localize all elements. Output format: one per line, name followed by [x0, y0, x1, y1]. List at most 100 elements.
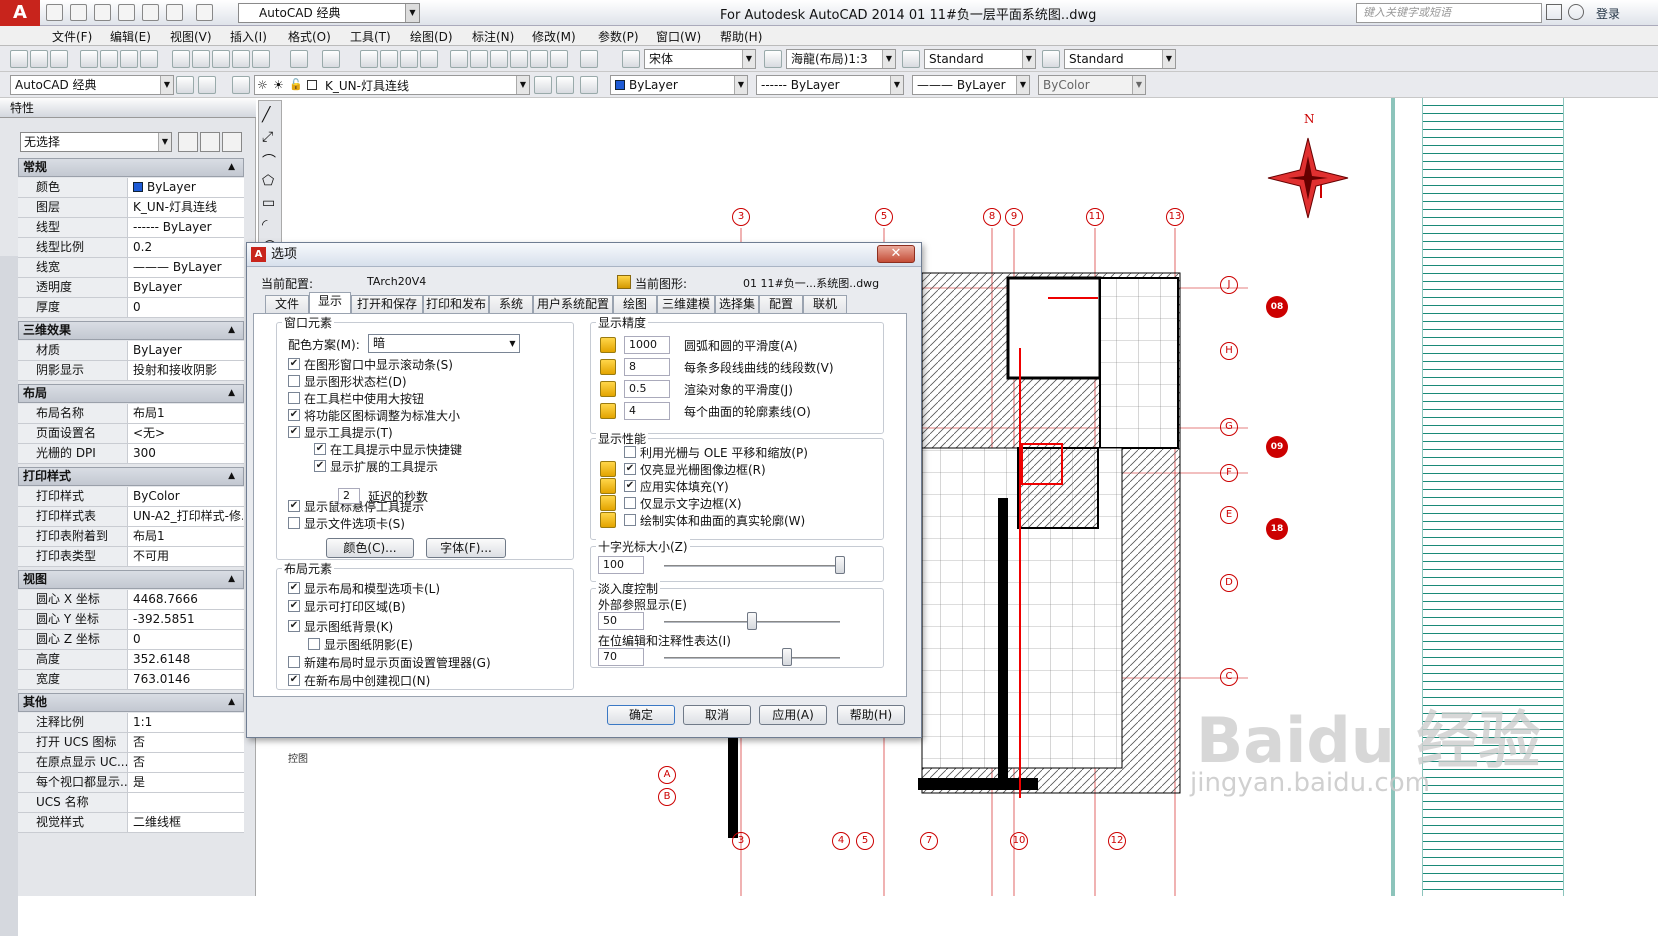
layout-option-checkbox[interactable]: ✔ [288, 674, 300, 686]
window-option-checkbox[interactable]: ✔ [288, 426, 300, 438]
color-scheme-dropdown[interactable]: 暗 ▼ [368, 334, 520, 353]
qnew-icon[interactable] [10, 50, 28, 68]
property-value[interactable]: 1:1 [131, 713, 243, 732]
crosshair-slider-track[interactable] [664, 565, 840, 567]
tab-plot-publish[interactable]: 打印和发布 [423, 295, 489, 313]
autocad-logo-icon[interactable]: A [0, 0, 40, 26]
property-row[interactable]: 注释比例 1:1 [18, 713, 244, 733]
property-value[interactable]: 布局1 [131, 527, 243, 546]
menu-parameter[interactable]: 参数(P) [598, 28, 639, 45]
resolution-input[interactable]: 1000 [624, 336, 670, 354]
cut-icon[interactable] [172, 50, 190, 68]
menu-insert[interactable]: 插入(I) [230, 28, 267, 45]
window-option-checkbox[interactable]: ✔ [288, 358, 300, 370]
layout-option-checkbox[interactable] [308, 638, 320, 650]
tooltip-delay-input[interactable]: 2 [338, 488, 360, 504]
preview-icon[interactable] [100, 50, 118, 68]
xline-tool-icon[interactable]: ⤢ [262, 129, 273, 145]
window-option-checkbox[interactable]: ✔ [288, 409, 300, 421]
performance-option-checkbox[interactable] [624, 497, 636, 509]
tab-files[interactable]: 文件 [265, 295, 309, 313]
dim-style-icon[interactable] [764, 50, 782, 68]
property-value[interactable]: ByLayer [131, 278, 243, 297]
section-header[interactable]: 视图 ▲ [18, 570, 244, 589]
dim-scale-dropdown[interactable]: 海龍(布局)1:3 ▼ [786, 49, 896, 69]
help-button[interactable]: 帮助(H) [837, 705, 905, 725]
layer-dropdown[interactable]: ☼ ☀ 🔓 K_UN-灯具连线 ▼ [254, 75, 530, 95]
inplace-fade-slider-thumb[interactable] [782, 648, 793, 666]
menu-draw[interactable]: 绘图(D) [410, 28, 453, 45]
property-row[interactable]: 页面设置名 <无> [18, 424, 244, 444]
menu-modify[interactable]: 修改(M) [532, 28, 576, 45]
property-value[interactable]: 4468.7666 [131, 590, 243, 609]
font-dropdown[interactable]: 宋体 ▼ [644, 49, 756, 69]
binoculars-icon[interactable] [1546, 4, 1562, 20]
property-value[interactable]: ------ ByLayer [131, 218, 243, 237]
crosshair-size-input[interactable]: 100 [598, 556, 644, 574]
window-option-checkbox[interactable]: ✔ [314, 443, 326, 455]
text-style-icon[interactable] [622, 50, 640, 68]
polygon-tool-icon[interactable]: ⬠ [262, 173, 274, 189]
plotstyle-dropdown[interactable]: ByColor ▼ [1038, 75, 1146, 95]
resolution-input[interactable]: 4 [624, 402, 670, 420]
property-row[interactable]: 材质 ByLayer [18, 341, 244, 361]
property-value[interactable]: ——— ByLayer [131, 258, 243, 277]
property-value[interactable]: 二维线框 [131, 813, 243, 832]
make-current-icon[interactable] [534, 76, 552, 94]
matchprop-icon[interactable] [232, 50, 250, 68]
property-row[interactable]: UCS 名称 [18, 793, 244, 813]
performance-option-checkbox[interactable] [624, 514, 636, 526]
property-row[interactable]: 打印表类型 不可用 [18, 547, 244, 567]
property-row[interactable]: 圆心 X 坐标 4468.7666 [18, 590, 244, 610]
properties-icon[interactable] [450, 50, 468, 68]
property-value[interactable]: 否 [131, 733, 243, 752]
zoom-window-icon[interactable] [400, 50, 418, 68]
zoom-realtime-icon[interactable] [380, 50, 398, 68]
open-icon[interactable] [70, 4, 87, 21]
colors-button[interactable]: 颜色(C)... [326, 538, 414, 558]
property-value[interactable]: -392.5851 [131, 610, 243, 629]
property-row[interactable]: 视觉样式 二维线框 [18, 813, 244, 833]
layout-option-checkbox[interactable]: ✔ [288, 600, 300, 612]
property-value[interactable]: ByLayer [131, 341, 243, 360]
apply-button[interactable]: 应用(A) [759, 705, 827, 725]
menu-tools[interactable]: 工具(T) [350, 28, 391, 45]
arc-tool-icon[interactable]: ◜ [262, 217, 267, 233]
saveas-icon[interactable] [118, 4, 135, 21]
property-value[interactable]: 300 [131, 444, 243, 463]
open-file-icon[interactable] [30, 50, 48, 68]
xref-fade-input[interactable]: 50 [598, 612, 644, 630]
window-option-checkbox[interactable] [288, 375, 300, 387]
select-objects-icon[interactable] [200, 132, 220, 152]
property-row[interactable]: 线型比例 0.2 [18, 238, 244, 258]
user-icon[interactable] [1568, 4, 1584, 20]
performance-option-checkbox[interactable]: ✔ [624, 463, 636, 475]
quick-select-icon[interactable] [222, 132, 242, 152]
color-dropdown[interactable]: ByLayer ▼ [610, 75, 748, 95]
cancel-button[interactable]: 取消 [683, 705, 751, 725]
calculator-icon[interactable] [550, 50, 568, 68]
multileader-style-icon[interactable] [1042, 50, 1060, 68]
property-row[interactable]: 宽度 763.0146 [18, 670, 244, 690]
help-tb-icon[interactable] [580, 50, 598, 68]
xref-fade-slider-thumb[interactable] [747, 612, 757, 630]
search-input[interactable]: 键入关键字或短语 [1356, 3, 1542, 23]
menu-help[interactable]: 帮助(H) [720, 28, 762, 45]
property-row[interactable]: 打开 UCS 图标否 [18, 733, 244, 753]
menu-file[interactable]: 文件(F) [52, 28, 92, 45]
login-button[interactable]: 登录 [1596, 5, 1620, 22]
workspace2-dropdown[interactable]: AutoCAD 经典 ▼ [10, 75, 174, 95]
table-style-icon[interactable] [902, 50, 920, 68]
new-icon[interactable] [46, 4, 63, 21]
section-header[interactable]: 三维效果 ▲ [18, 321, 244, 340]
close-button[interactable]: ✕ [877, 245, 915, 263]
block-editor-icon[interactable] [252, 50, 270, 68]
tab-drafting[interactable]: 绘图 [613, 295, 657, 313]
tab-user-preferences[interactable]: 用户系统配置 [533, 295, 613, 313]
tab-profiles[interactable]: 配置 [759, 295, 803, 313]
design-center-icon[interactable] [470, 50, 488, 68]
property-row[interactable]: 光栅的 DPI 300 [18, 444, 244, 464]
layout-option-checkbox[interactable] [288, 656, 300, 668]
save-file-icon[interactable] [50, 50, 68, 68]
property-value[interactable]: 是 [131, 773, 243, 792]
